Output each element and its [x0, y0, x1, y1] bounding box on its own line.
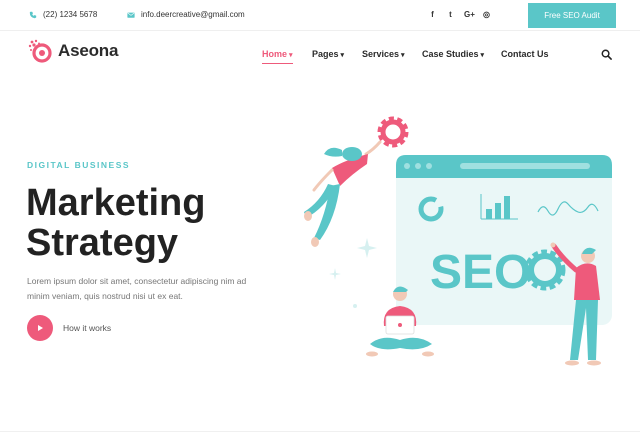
- how-it-works-button[interactable]: How it works: [27, 315, 111, 341]
- nav-case-studies[interactable]: Case Studies ▾: [422, 49, 484, 59]
- section-divider: [0, 431, 640, 432]
- nav-case-studies-label: Case Studies: [422, 49, 479, 59]
- search-icon[interactable]: [601, 49, 612, 60]
- chevron-down-icon: ▾: [401, 52, 405, 59]
- hero-description: Lorem ipsum dolor sit amet, consectetur …: [27, 276, 247, 301]
- phone-icon: [29, 11, 37, 18]
- phone-text: (22) 1234 5678: [43, 10, 98, 19]
- hero-title-line-2: Strategy: [26, 222, 179, 264]
- instagram-icon[interactable]: ◎: [482, 10, 491, 19]
- hero-title-line-1: Marketing: [26, 182, 206, 224]
- google-plus-icon[interactable]: G+: [464, 10, 475, 19]
- nav-home-label: Home: [262, 49, 288, 59]
- chevron-down-icon: ▾: [480, 52, 485, 59]
- mail-icon: [127, 12, 135, 18]
- top-bar: (22) 1234 5678 info.deercreative@gmail.c…: [0, 0, 640, 31]
- email-text: info.deercreative@gmail.com: [141, 10, 245, 19]
- nav-contact-us[interactable]: Contact Us: [501, 49, 549, 59]
- contact-email[interactable]: info.deercreative@gmail.com: [127, 10, 245, 19]
- nav-pages[interactable]: Pages ▾: [312, 49, 344, 59]
- social-links: f t G+ ◎: [428, 10, 491, 19]
- facebook-icon[interactable]: f: [428, 10, 437, 19]
- hero-kicker: DIGITAL BUSINESS: [27, 160, 131, 170]
- nav-pages-label: Pages: [312, 49, 339, 59]
- nav-home[interactable]: Home ▾: [262, 49, 293, 64]
- hero-title: Marketing Strategy: [26, 183, 266, 263]
- chevron-down-icon: ▾: [289, 52, 293, 59]
- logo[interactable]: Aseona: [27, 37, 118, 65]
- nav-services[interactable]: Services ▾: [362, 49, 405, 59]
- logo-icon: [28, 39, 52, 63]
- chevron-down-icon: ▾: [340, 52, 345, 59]
- twitter-icon[interactable]: t: [446, 10, 455, 19]
- brand-name: Aseona: [58, 41, 119, 60]
- contact-phone[interactable]: (22) 1234 5678: [29, 10, 97, 19]
- how-it-works-label: How it works: [63, 323, 112, 333]
- seo-text: SEO: [430, 246, 531, 299]
- play-icon[interactable]: [27, 315, 53, 341]
- nav-services-label: Services: [362, 49, 400, 59]
- seo-illustration: SEO: [304, 116, 612, 366]
- free-seo-audit-button[interactable]: Free SEO Audit: [528, 3, 616, 28]
